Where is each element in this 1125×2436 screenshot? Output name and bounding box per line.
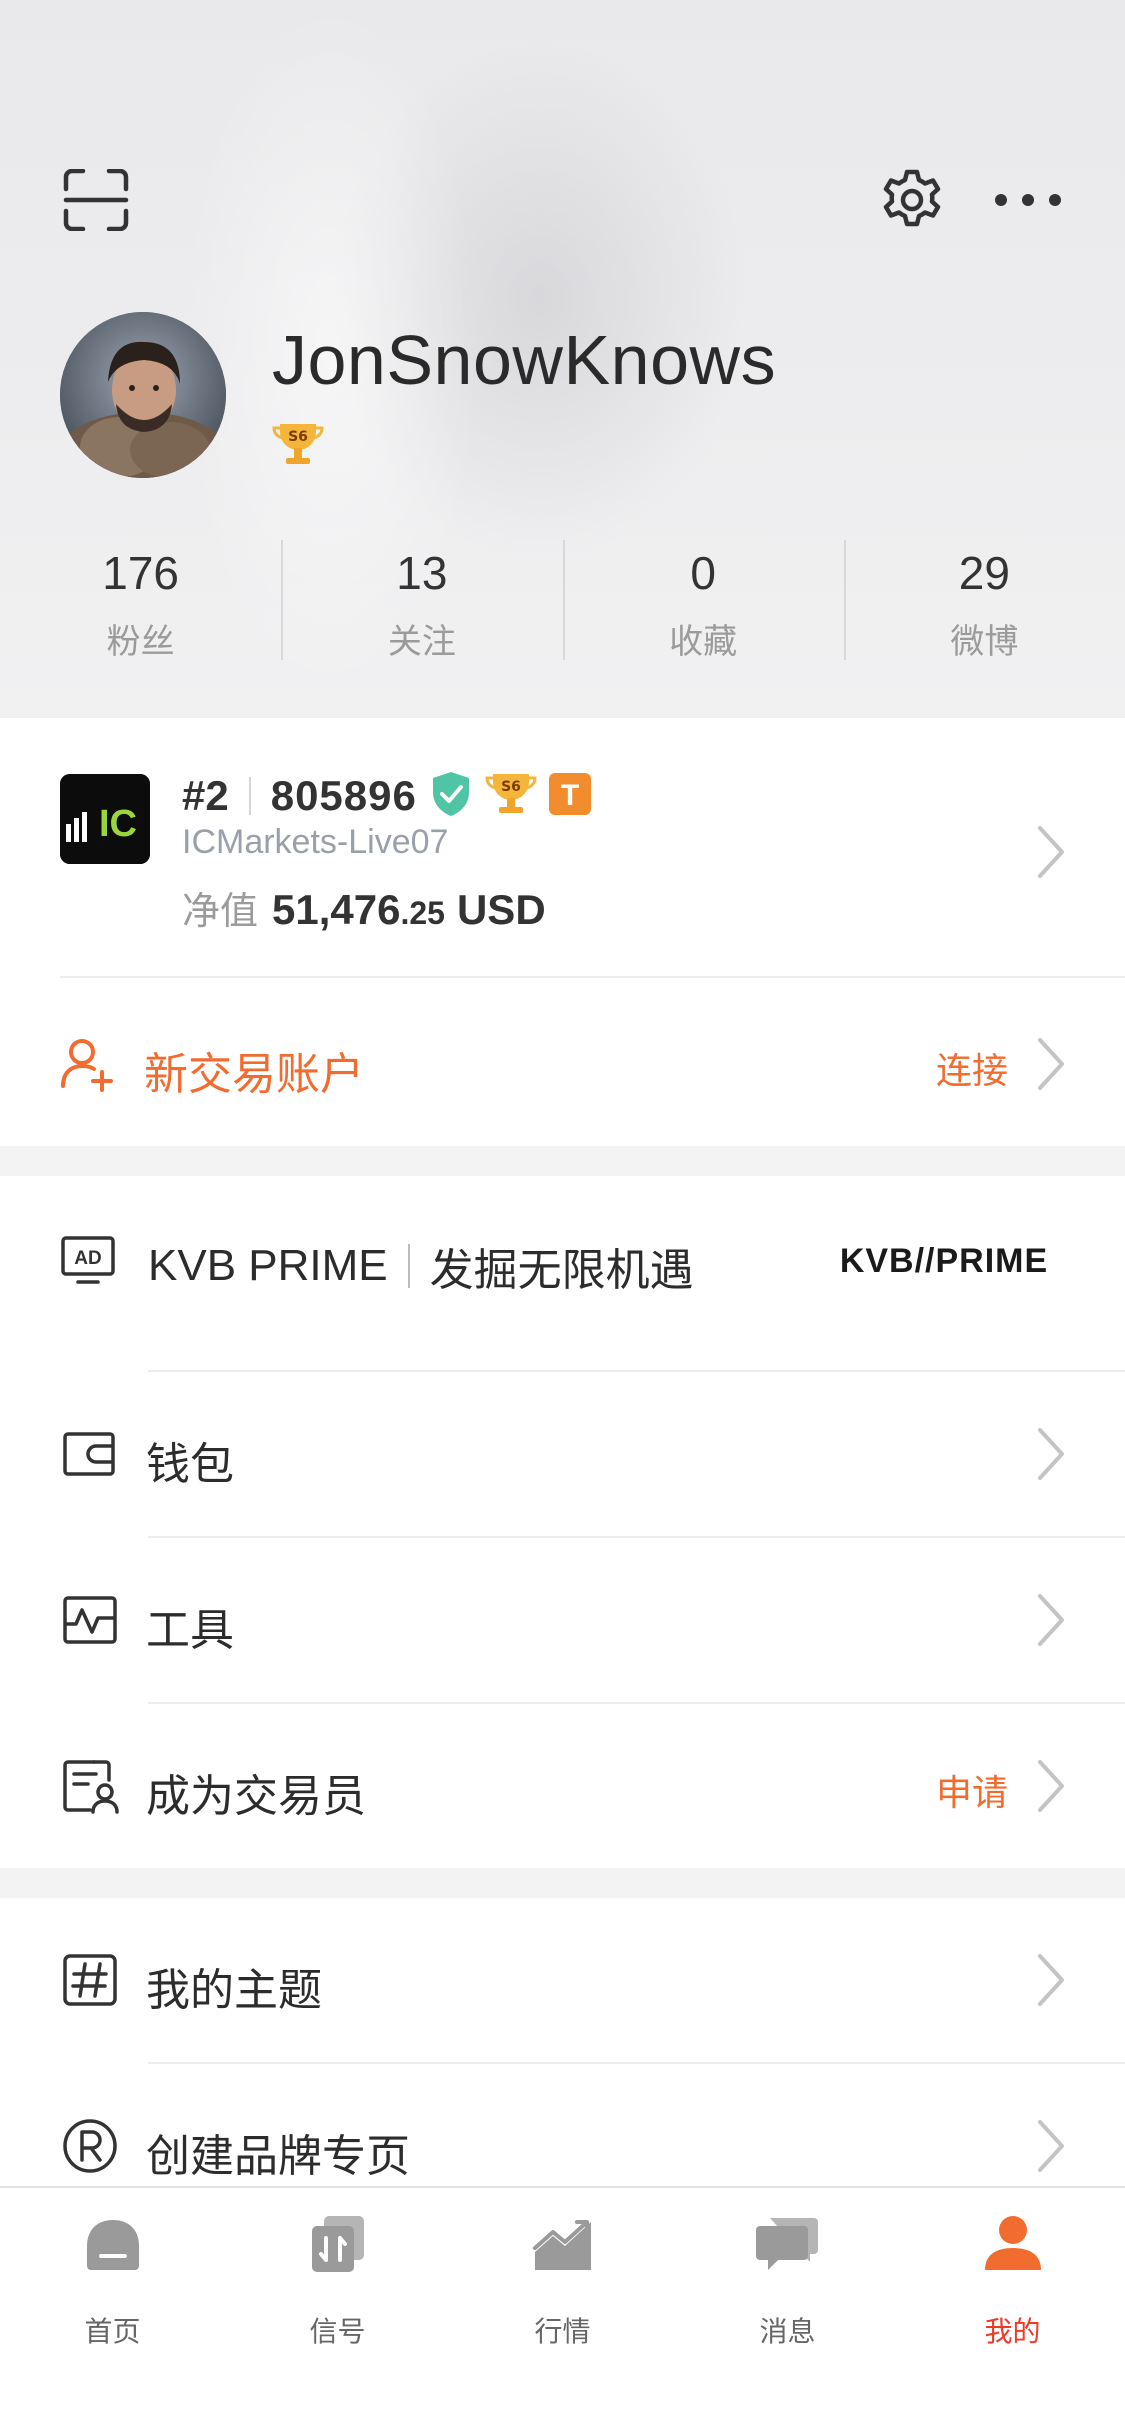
- ad-icon: AD: [61, 1236, 115, 1284]
- trader-t-badge: T: [548, 772, 591, 820]
- bottom-tab-bar: 首页 信号 行情 消息 我的: [0, 2186, 1125, 2436]
- menu-item-tools[interactable]: 工具: [0, 1538, 1125, 1702]
- username: JonSnowKnows: [272, 321, 777, 399]
- tab-market[interactable]: 行情: [450, 2188, 675, 2436]
- svg-text:S6: S6: [288, 429, 308, 445]
- trader-apply-icon: [63, 1760, 119, 1814]
- svg-text:KVB//PRIME: KVB//PRIME: [840, 1242, 1048, 1280]
- svg-text:T: T: [561, 779, 579, 812]
- market-icon: [532, 2220, 591, 2270]
- menu-item-my-topics[interactable]: 我的主题: [0, 1898, 1125, 2062]
- stat-posts[interactable]: 29 微博: [843, 540, 1125, 661]
- level-trophy-icon: S6: [485, 770, 537, 823]
- stat-favorites[interactable]: 0 收藏: [562, 540, 844, 661]
- settings-gear-icon[interactable]: [872, 160, 952, 240]
- profile-header: JonSnowKnows S6 176 粉丝 13 关注 0 收藏 29 微博: [0, 0, 1125, 718]
- stat-value: 29: [958, 547, 1010, 599]
- ad-text: KVB PRIME 发掘无限机遇: [148, 1234, 694, 1298]
- tab-label: 消息: [759, 2316, 816, 2347]
- equity-value-integer: 51,476: [272, 886, 401, 933]
- chevron-right-icon: [1038, 1038, 1064, 1090]
- tab-signals[interactable]: 信号: [225, 2188, 450, 2436]
- scan-icon[interactable]: [56, 160, 136, 240]
- account-rank: #2: [182, 772, 229, 819]
- stat-value: 0: [690, 547, 716, 599]
- account-title: #2 805896 S6 T: [182, 766, 591, 826]
- signal-icon: [311, 2216, 364, 2272]
- connect-link[interactable]: 连接: [936, 1042, 1008, 1094]
- stat-label: 收藏: [669, 623, 738, 661]
- menu-item-label: 工具: [146, 1606, 234, 1655]
- profile-page: JonSnowKnows S6 176 粉丝 13 关注 0 收藏 29 微博 …: [0, 0, 1125, 2436]
- trading-account-card: IC #2 805896 S6 T ICMarkets-Live07 净值 51…: [0, 718, 1125, 1146]
- menu-item-label: 我的主题: [146, 1966, 322, 2015]
- chevron-right-icon: [1038, 2120, 1064, 2172]
- menu-item-label: 成为交易员: [146, 1772, 366, 1821]
- svg-text:AD: AD: [74, 1248, 101, 1269]
- tab-label: 首页: [84, 2316, 141, 2347]
- profile-icon: [984, 2216, 1041, 2270]
- add-user-icon: [61, 1039, 113, 1092]
- menu-item-wallet[interactable]: 钱包: [0, 1372, 1125, 1536]
- broker-logo: IC: [60, 774, 150, 864]
- account-server: ICMarkets-Live07: [182, 823, 449, 861]
- kvb-prime-logo: KVB//PRIME: [840, 1242, 1048, 1280]
- home-icon: [86, 2220, 139, 2270]
- ad-slogan: 发掘无限机遇: [429, 1246, 694, 1295]
- verified-shield-icon: [429, 770, 473, 823]
- stat-value: 176: [102, 547, 179, 599]
- stat-label: 微博: [950, 623, 1019, 661]
- profile-stats: 176 粉丝 13 关注 0 收藏 29 微博: [0, 540, 1125, 661]
- stat-label: 粉丝: [106, 623, 175, 661]
- ad-banner-row[interactable]: AD KVB PRIME 发掘无限机遇 KVB//PRIME: [0, 1176, 1125, 1370]
- tab-me[interactable]: 我的: [900, 2188, 1125, 2436]
- message-icon: [755, 2218, 818, 2270]
- svg-text:S6: S6: [501, 779, 521, 795]
- account-equity: 净值 51,476 .25 USD: [182, 880, 546, 935]
- chevron-right-icon: [1038, 1954, 1064, 2006]
- stat-following[interactable]: 13 关注: [281, 540, 562, 661]
- stat-label: 关注: [387, 623, 456, 661]
- divider: [248, 777, 251, 815]
- section-gap: [0, 1146, 1125, 1176]
- svg-text:IC: IC: [99, 803, 137, 845]
- stat-value: 13: [396, 547, 448, 599]
- menu-item-become-trader[interactable]: 成为交易员 申请: [0, 1704, 1125, 1868]
- equity-label: 净值: [182, 891, 259, 933]
- section-gap: [0, 1868, 1125, 1898]
- stat-followers[interactable]: 176 粉丝: [0, 540, 281, 661]
- chevron-right-icon: [1038, 1594, 1064, 1646]
- apply-link[interactable]: 申请: [936, 1764, 1008, 1816]
- chevron-right-icon: [1038, 1760, 1064, 1812]
- equity-value-decimal: .25: [400, 895, 445, 931]
- registered-icon: [63, 2119, 117, 2173]
- tab-home[interactable]: 首页: [0, 2188, 225, 2436]
- hashtag-icon: [63, 1954, 117, 2006]
- tab-label: 行情: [534, 2316, 591, 2347]
- menu-item-label: 钱包: [146, 1440, 234, 1489]
- account-number: 805896: [270, 772, 417, 819]
- chevron-right-icon: [1038, 1428, 1064, 1480]
- tab-messages[interactable]: 消息: [675, 2188, 900, 2436]
- new-account-label: 新交易账户: [144, 1050, 364, 1099]
- chevron-right-icon: [1038, 826, 1064, 878]
- avatar[interactable]: [60, 312, 226, 478]
- ad-brand: KVB PRIME: [148, 1241, 388, 1290]
- menu-item-label: 创建品牌专页: [146, 2132, 410, 2181]
- tab-label: 信号: [309, 2316, 366, 2347]
- tools-chart-icon: [63, 1596, 117, 1644]
- new-trading-account-row[interactable]: 新交易账户 连接: [0, 976, 1125, 1146]
- tab-label: 我的: [984, 2316, 1041, 2347]
- divider: [407, 1244, 410, 1288]
- more-options-icon[interactable]: [988, 160, 1068, 240]
- wallet-icon: [63, 1432, 115, 1476]
- equity-currency: USD: [456, 886, 546, 933]
- level-trophy-icon[interactable]: S6: [272, 418, 324, 470]
